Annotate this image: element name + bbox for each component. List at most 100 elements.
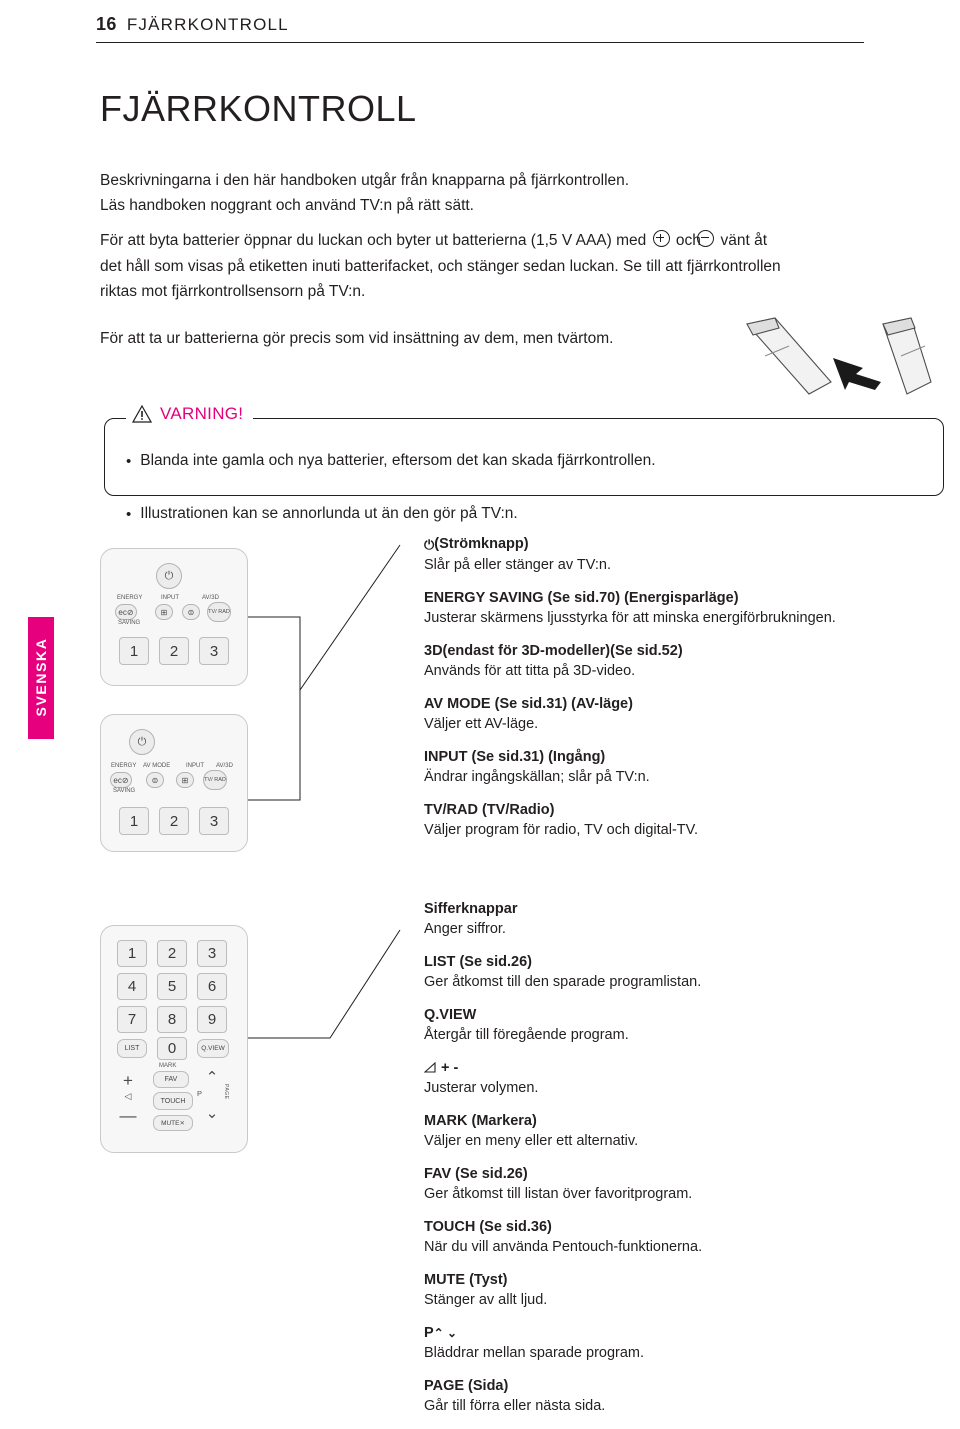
remote-mid-power-button: ⏻ bbox=[129, 729, 155, 755]
remote-illustration-bottom: 1 2 3 4 5 6 7 8 9 LIST 0 Q.VIEW MARK FAV… bbox=[100, 925, 248, 1153]
desc-mute: MUTE (Tyst) Stänger av allt ljud. bbox=[424, 1270, 854, 1310]
page-header: 16 FJÄRRKONTROLL bbox=[96, 14, 864, 35]
remote-mid-tvrad-button: TV/ RAD bbox=[203, 770, 227, 790]
desc-mark-body: Väljer en meny eller ett alternativ. bbox=[424, 1133, 639, 1149]
remote-bot-key-2: 2 bbox=[157, 940, 187, 967]
desc-touch: TOUCH (Se sid.36) När du vill använda Pe… bbox=[424, 1217, 854, 1257]
plus-icon bbox=[652, 230, 670, 247]
desc-page: PAGE (Sida) Går till förra eller nästa s… bbox=[424, 1376, 854, 1416]
bullet-marker-note: • bbox=[126, 506, 132, 523]
remote-top-avrad-label: AV/3D bbox=[202, 595, 219, 601]
remote-top-key-3: 3 bbox=[199, 637, 229, 665]
remote-bot-key-9: 9 bbox=[197, 1006, 227, 1033]
desc-page-body: Går till förra eller nästa sida. bbox=[424, 1398, 606, 1414]
remote-top-saving-label: SAVING bbox=[118, 620, 141, 626]
remote-top-key-1: 1 bbox=[119, 637, 149, 665]
remote-bot-key-0: 0 bbox=[157, 1037, 187, 1060]
desc-power-title: (Strömknapp) bbox=[434, 536, 529, 552]
manual-page: 16 FJÄRRKONTROLL SVENSKA FJÄRRKONTROLL Be… bbox=[0, 0, 960, 1414]
note-bullet-text: Illustrationen kan se annorlunda ut än d… bbox=[140, 505, 518, 522]
desc-energy-saving-title: ENERGY SAVING (Se sid.70) (Energisparläg… bbox=[424, 590, 739, 606]
remote-bot-p-label: P bbox=[197, 1089, 203, 1098]
desc-3d-body: Används för att titta på 3D-video. bbox=[424, 663, 636, 679]
desc-program-title: P bbox=[424, 1325, 434, 1341]
desc-energy-saving: ENERGY SAVING (Se sid.70) (Energisparläg… bbox=[424, 588, 854, 628]
desc-list-body: Ger åtkomst till den sparade programlist… bbox=[424, 974, 702, 990]
remote-mid-tvrad-label: TV/ RAD bbox=[204, 777, 226, 783]
remote-top-av-button: ⊜ bbox=[182, 604, 200, 620]
warning-triangle-icon bbox=[132, 405, 152, 423]
language-side-tab-label: SVENSKA bbox=[33, 637, 49, 717]
desc-list: LIST (Se sid.26) Ger åtkomst till den sp… bbox=[424, 952, 854, 992]
battery-illustration bbox=[735, 316, 935, 401]
remote-top-tvrad-label: TV/ RAD bbox=[208, 609, 230, 615]
volume-icon bbox=[423, 1059, 437, 1073]
desc-qview-title: Q.VIEW bbox=[424, 1007, 477, 1023]
desc-number-keys-body: Anger siffror. bbox=[424, 921, 506, 937]
desc-volume: + - Justerar volymen. bbox=[423, 1058, 854, 1098]
intro-paragraph: Beskrivningarna i den här handboken utgå… bbox=[100, 168, 780, 230]
desc-qview: Q.VIEW Återgår till föregående program. bbox=[424, 1005, 854, 1045]
desc-qview-body: Återgår till föregående program. bbox=[424, 1027, 629, 1043]
desc-mute-body: Stänger av allt ljud. bbox=[424, 1292, 548, 1308]
description-list-lower: Sifferknappar Anger siffror. LIST (Se si… bbox=[423, 899, 854, 1429]
desc-volume-title: + - bbox=[441, 1060, 459, 1076]
remote-bot-fav-button: FAV bbox=[153, 1071, 189, 1088]
minus-icon bbox=[697, 230, 715, 247]
desc-touch-title: TOUCH (Se sid.36) bbox=[424, 1219, 552, 1235]
remote-bot-key-6: 6 bbox=[197, 973, 227, 1000]
remote-bot-key-7: 7 bbox=[117, 1006, 147, 1033]
power-icon: ⏻ bbox=[424, 537, 435, 552]
remote-illustration-top: ⏻ ENERGY INPUT AV/3D ec⊘ ⊞ ⊜ TV/ RAD SAV… bbox=[100, 548, 248, 686]
desc-av-mode-body: Väljer ett AV-läge. bbox=[424, 716, 539, 732]
desc-power-body: Slår på eller stänger av TV:n. bbox=[424, 557, 611, 573]
battery-removal-paragraph: För att ta ur batterierna gör precis som… bbox=[100, 310, 800, 366]
desc-number-keys: Sifferknappar Anger siffror. bbox=[424, 899, 854, 939]
remote-bot-touch-button: TOUCH bbox=[153, 1092, 193, 1110]
remote-bot-mark-label: MARK bbox=[159, 1063, 177, 1069]
remote-power-button-top: ⏻ bbox=[156, 563, 182, 589]
desc-mark-title: MARK (Markera) bbox=[424, 1113, 537, 1129]
remote-illustration-mid: ⏻ ENERGY AV MODE INPUT AV/3D ec⊘ ⊜ ⊞ TV/… bbox=[100, 714, 248, 852]
intro-line-2: Läs handboken noggrant och använd TV:n p… bbox=[100, 197, 474, 214]
battery-text-a: För att byta batterier öppnar du luckan … bbox=[100, 232, 647, 249]
desc-volume-body: Justerar volymen. bbox=[424, 1080, 539, 1096]
description-list-upper: ⏻(Strömknapp) Slår på eller stänger av T… bbox=[424, 534, 854, 853]
intro-line-1: Beskrivningarna i den här handboken utgå… bbox=[100, 172, 630, 189]
remote-bot-key-1: 1 bbox=[117, 940, 147, 967]
desc-input-title: INPUT (Se sid.31) (Ingång) bbox=[424, 749, 606, 765]
desc-touch-body: När du vill använda Pentouch-funktionern… bbox=[424, 1239, 703, 1255]
desc-av-mode: AV MODE (Se sid.31) (AV-läge) Väljer ett… bbox=[424, 694, 854, 734]
desc-input: INPUT (Se sid.31) (Ingång) Ändrar ingång… bbox=[424, 747, 854, 787]
remote-mid-input-button: ⊞ bbox=[176, 772, 194, 788]
desc-tv-rad: TV/RAD (TV/Radio) Väljer program för rad… bbox=[424, 800, 854, 840]
warning-bullet-text: Blanda inte gamla och nya batterier, eft… bbox=[140, 452, 656, 469]
remote-bot-page-label: PAGE bbox=[223, 1084, 229, 1100]
header-divider bbox=[96, 42, 864, 43]
remote-mid-key-2: 2 bbox=[159, 807, 189, 835]
desc-3d: 3D(endast för 3D-modeller)(Se sid.52) An… bbox=[424, 641, 854, 681]
remote-bot-list-button: LIST bbox=[117, 1039, 147, 1058]
remote-bot-key-4: 4 bbox=[117, 973, 147, 1000]
remote-top-energy-label: ENERGY bbox=[117, 595, 143, 601]
desc-fav-title: FAV (Se sid.26) bbox=[424, 1166, 528, 1182]
remote-bot-volume-down-icon: — bbox=[119, 1106, 137, 1125]
remote-top-key-2: 2 bbox=[159, 637, 189, 665]
remote-mid-saving-label: SAVING bbox=[113, 788, 136, 794]
desc-fav-body: Ger åtkomst till listan över favoritprog… bbox=[424, 1186, 693, 1202]
page-number: 16 bbox=[96, 14, 117, 34]
note-bullet-item: • Illustrationen kan se annorlunda ut än… bbox=[126, 505, 518, 525]
remote-mid-key-3: 3 bbox=[199, 807, 229, 835]
battery-text-b: vänt åt bbox=[720, 232, 768, 249]
desc-tv-rad-title: TV/RAD (TV/Radio) bbox=[424, 802, 555, 818]
remote-bot-mute-label: MUTE bbox=[161, 1119, 180, 1127]
remote-mid-input-label: INPUT bbox=[186, 763, 204, 769]
warning-label: VARNING! bbox=[126, 404, 254, 424]
bullet-marker: • bbox=[126, 453, 132, 470]
remote-mid-avrad-label: AV/3D bbox=[216, 763, 233, 769]
remote-bot-volume-icon: ◁ bbox=[124, 1090, 132, 1101]
remote-top-input-label: INPUT bbox=[161, 595, 179, 601]
remote-bot-qview-button: Q.VIEW bbox=[197, 1039, 229, 1058]
remote-mid-key-1: 1 bbox=[119, 807, 149, 835]
desc-mark: MARK (Markera) Väljer en meny eller ett … bbox=[424, 1111, 854, 1151]
